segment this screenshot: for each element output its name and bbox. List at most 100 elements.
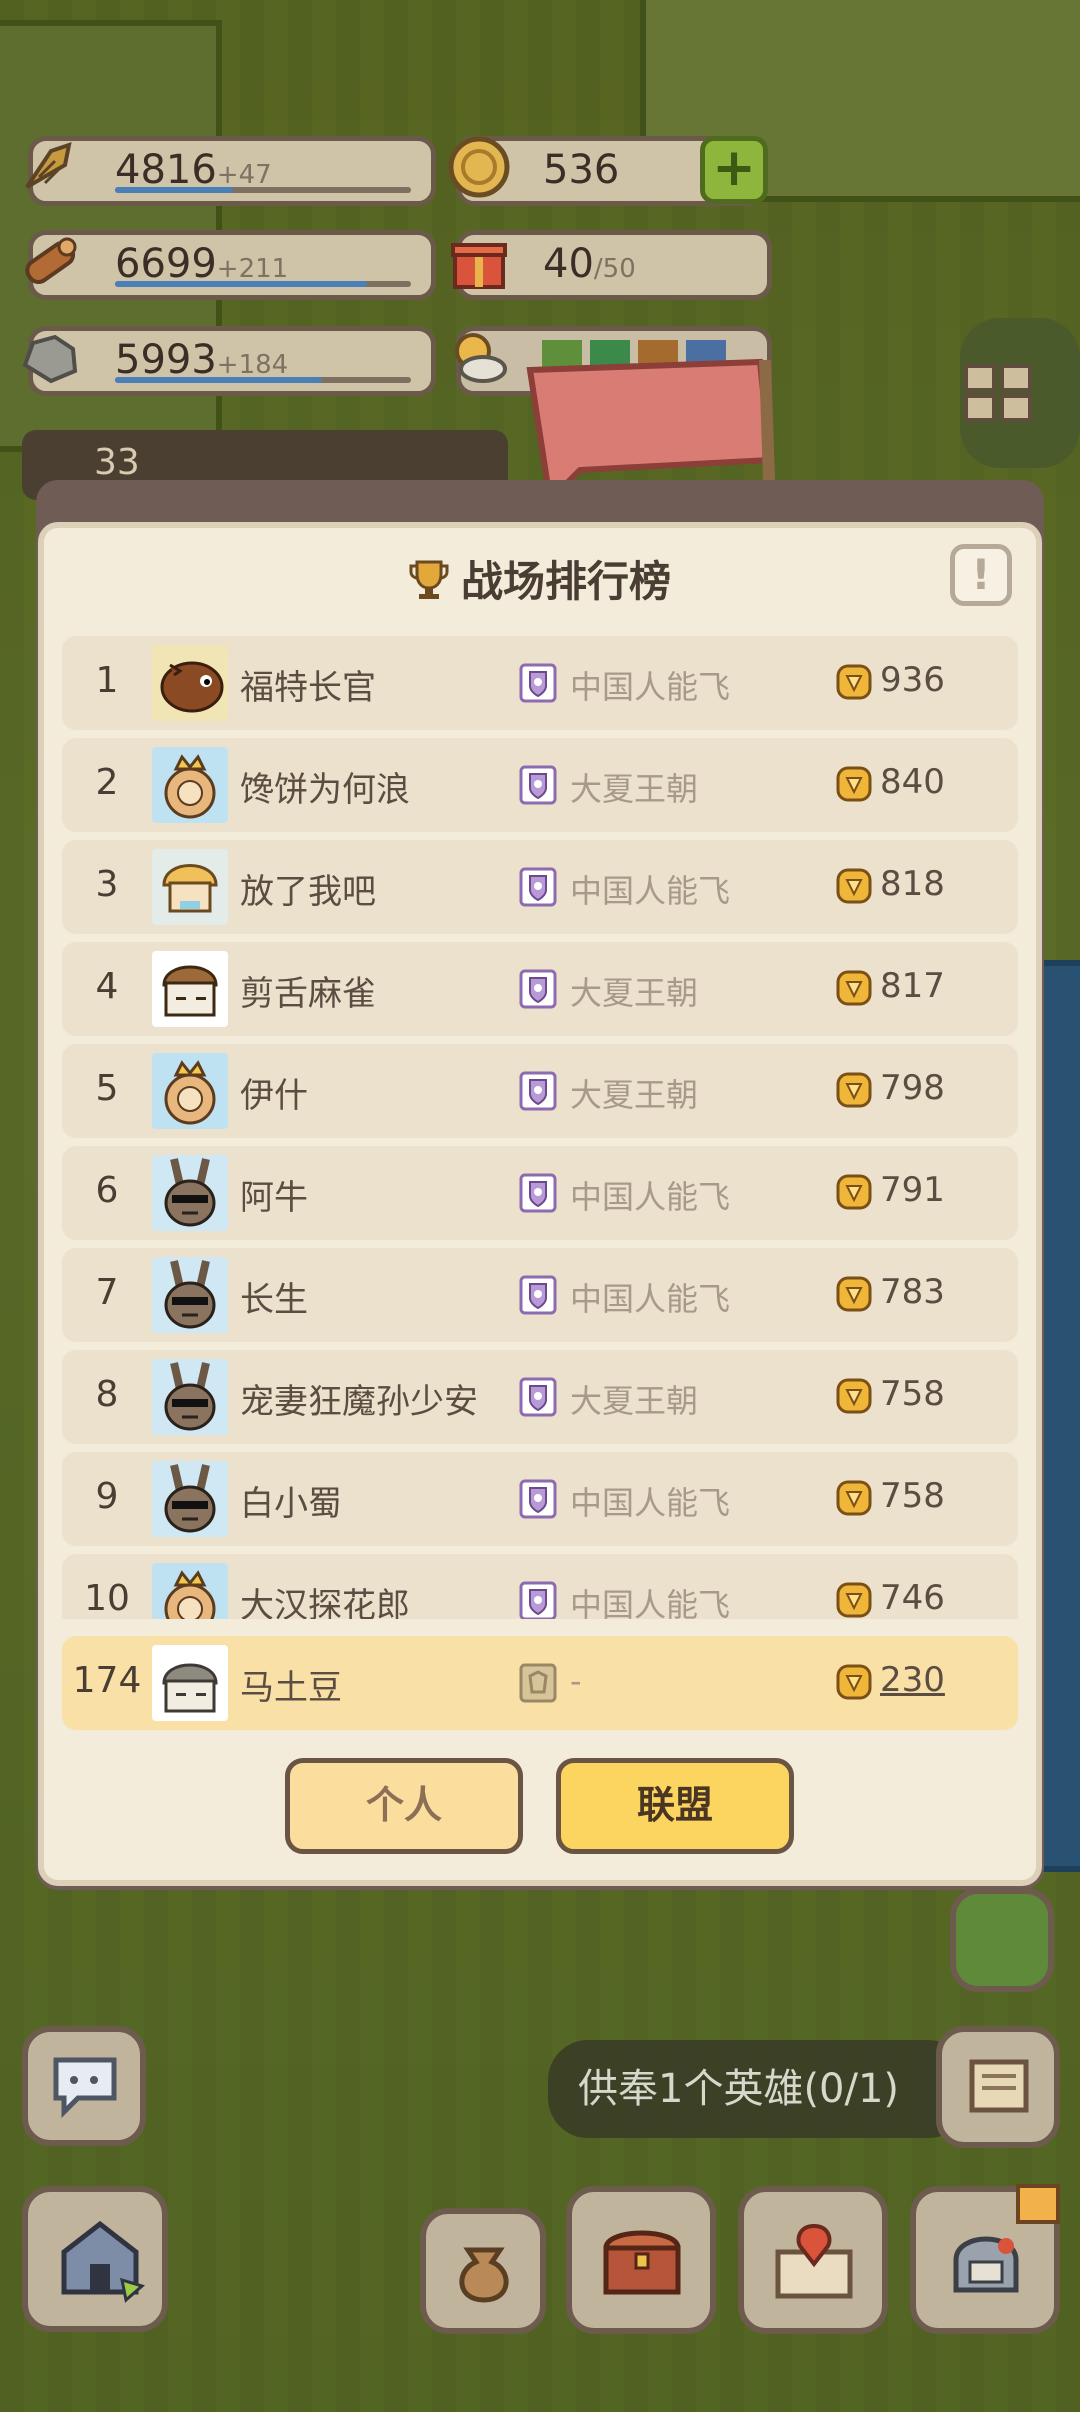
- rank-number: 8: [95, 1374, 119, 1415]
- guild-icon: [519, 1479, 557, 1519]
- notification-badge: [1016, 2184, 1060, 2224]
- wood-rate: +211: [216, 254, 289, 284]
- rabbit-avatar: [152, 1461, 228, 1537]
- gift-icon: [451, 243, 507, 289]
- resource-stone[interactable]: 5993+184: [22, 326, 436, 396]
- treasure-chest-icon: [603, 2230, 681, 2295]
- battle-coin-icon: [836, 868, 872, 904]
- rabbit-avatar: [152, 1359, 228, 1435]
- camp-icon: [61, 2220, 146, 2303]
- ranking-row[interactable]: 8 宠妻狂魔孙少安 大夏王朝 758: [62, 1350, 1018, 1444]
- wood-icon: [25, 237, 77, 284]
- guild-icon: [519, 765, 557, 805]
- chest-button[interactable]: [566, 2186, 716, 2334]
- info-button[interactable]: !: [950, 544, 1012, 606]
- ranking-row[interactable]: 4 剪舌麻雀 大夏王朝 817: [62, 942, 1018, 1036]
- guild-name: 大夏王朝: [570, 770, 699, 808]
- potato-avatar: [152, 645, 228, 721]
- guild-name: 中国人能飞: [570, 872, 731, 910]
- castle-button[interactable]: [950, 1888, 1054, 1992]
- player-name: 伊什: [240, 1076, 308, 1116]
- guild-icon: [519, 1071, 557, 1111]
- guild-icon: [519, 867, 557, 907]
- my-name: 马土豆: [240, 1668, 342, 1708]
- weather-icon: [455, 333, 507, 383]
- chat-icon: [53, 2057, 117, 2118]
- wheat-progress: [115, 187, 411, 193]
- ranking-list[interactable]: 1 福特长官 中国人能飞 936 2 馋饼为何浪 大夏王朝 840 3 放了我吧 中国人能飞 818 4…: [62, 636, 1018, 1619]
- ranking-row[interactable]: 6 阿牛 中国人能飞 791: [62, 1146, 1018, 1240]
- guild-name: 中国人能飞: [570, 668, 731, 706]
- resource-wheat[interactable]: 4816+47: [25, 136, 436, 206]
- hero-helmet-icon: [953, 2236, 1019, 2293]
- add-gold-button[interactable]: +: [700, 136, 768, 204]
- player-score: 758: [880, 1476, 945, 1516]
- hero-camp-button[interactable]: [22, 2186, 168, 2332]
- chat-button[interactable]: [22, 2026, 146, 2146]
- player-name: 放了我吧: [240, 872, 376, 912]
- scroll-quest-button[interactable]: [936, 2026, 1060, 2148]
- ranking-row[interactable]: 5 伊什 大夏王朝 798: [62, 1044, 1018, 1138]
- player-name: 阿牛: [240, 1178, 308, 1218]
- player-name: 白小蜀: [240, 1484, 342, 1524]
- battle-coin-icon: [836, 1072, 872, 1108]
- battle-coin-icon: [836, 1664, 872, 1700]
- player-name: 宠妻狂魔孙少安: [240, 1382, 478, 1422]
- resource-wood[interactable]: 6699+211: [25, 230, 436, 300]
- panel-title: 战场排行榜: [0, 548, 1080, 609]
- battle-coin-icon: [836, 766, 872, 802]
- crowned-avatar: [152, 747, 228, 823]
- player-score: 936: [880, 660, 945, 700]
- ranking-row[interactable]: 7 长生 中国人能飞 783: [62, 1248, 1018, 1342]
- gift-value: 40: [543, 241, 594, 287]
- quest-banner[interactable]: 供奉1个英雄(0/1): [548, 2040, 968, 2138]
- rabbit-avatar: [152, 1257, 228, 1333]
- guild-name: 大夏王朝: [570, 1076, 699, 1114]
- rank-number: 1: [95, 660, 119, 701]
- guild-name: 中国人能飞: [570, 1586, 731, 1619]
- battle-coin-icon: [836, 1276, 872, 1312]
- battle-coin-icon: [836, 1582, 872, 1618]
- guild-icon: [519, 1581, 557, 1619]
- grid-menu-icon[interactable]: [962, 362, 1034, 426]
- guild-name: 大夏王朝: [570, 974, 699, 1012]
- map-pin-icon: [775, 2223, 853, 2299]
- guild-icon: [519, 1377, 557, 1417]
- ranking-row[interactable]: 10 大汉探花郎 中国人能飞 746: [62, 1554, 1018, 1619]
- battle-coin-icon: [836, 664, 872, 700]
- player-name: 剪舌麻雀: [240, 974, 376, 1014]
- wood-progress: [115, 281, 411, 287]
- stone-progress: [115, 377, 411, 383]
- battle-coin-icon: [836, 1174, 872, 1210]
- gift-counter[interactable]: 40/50: [451, 230, 772, 300]
- ranking-row[interactable]: 2 馋饼为何浪 大夏王朝 840: [62, 738, 1018, 832]
- player-name: 大汉探花郎: [240, 1586, 410, 1619]
- helmet-avatar: [152, 1645, 228, 1721]
- title-text: 战场排行榜: [460, 557, 671, 606]
- scroll-icon: [969, 2059, 1029, 2113]
- tab-personal[interactable]: 个人: [285, 1758, 523, 1854]
- my-score: 230: [880, 1660, 945, 1700]
- rabbit-avatar: [152, 1155, 228, 1231]
- ranking-row[interactable]: 3 放了我吧 中国人能飞 818: [62, 840, 1018, 934]
- player-name: 福特长官: [240, 668, 376, 708]
- guild-icon: [519, 1173, 557, 1213]
- wheat-rate: +47: [216, 160, 272, 190]
- tab-alliance[interactable]: 联盟: [556, 1758, 794, 1854]
- my-guild: -: [570, 1662, 582, 1700]
- gold-coin-icon: [448, 136, 510, 198]
- gold-value: 536: [543, 147, 620, 193]
- map-button[interactable]: [738, 2186, 888, 2334]
- player-score: 798: [880, 1068, 945, 1108]
- wheat-icon: [25, 142, 72, 189]
- ranking-row[interactable]: 9 白小蜀 中国人能飞 758: [62, 1452, 1018, 1546]
- crowned-avatar: [152, 1563, 228, 1619]
- battle-coin-icon: [836, 1480, 872, 1516]
- stone-icon: [22, 334, 78, 384]
- my-rank-row[interactable]: 174 马土豆 - 230: [62, 1636, 1018, 1730]
- player-score: 818: [880, 864, 945, 904]
- battle-coin-icon: [836, 1378, 872, 1414]
- guild-icon: [519, 969, 557, 1009]
- bag-button[interactable]: [420, 2208, 546, 2334]
- ranking-row[interactable]: 1 福特长官 中国人能飞 936: [62, 636, 1018, 730]
